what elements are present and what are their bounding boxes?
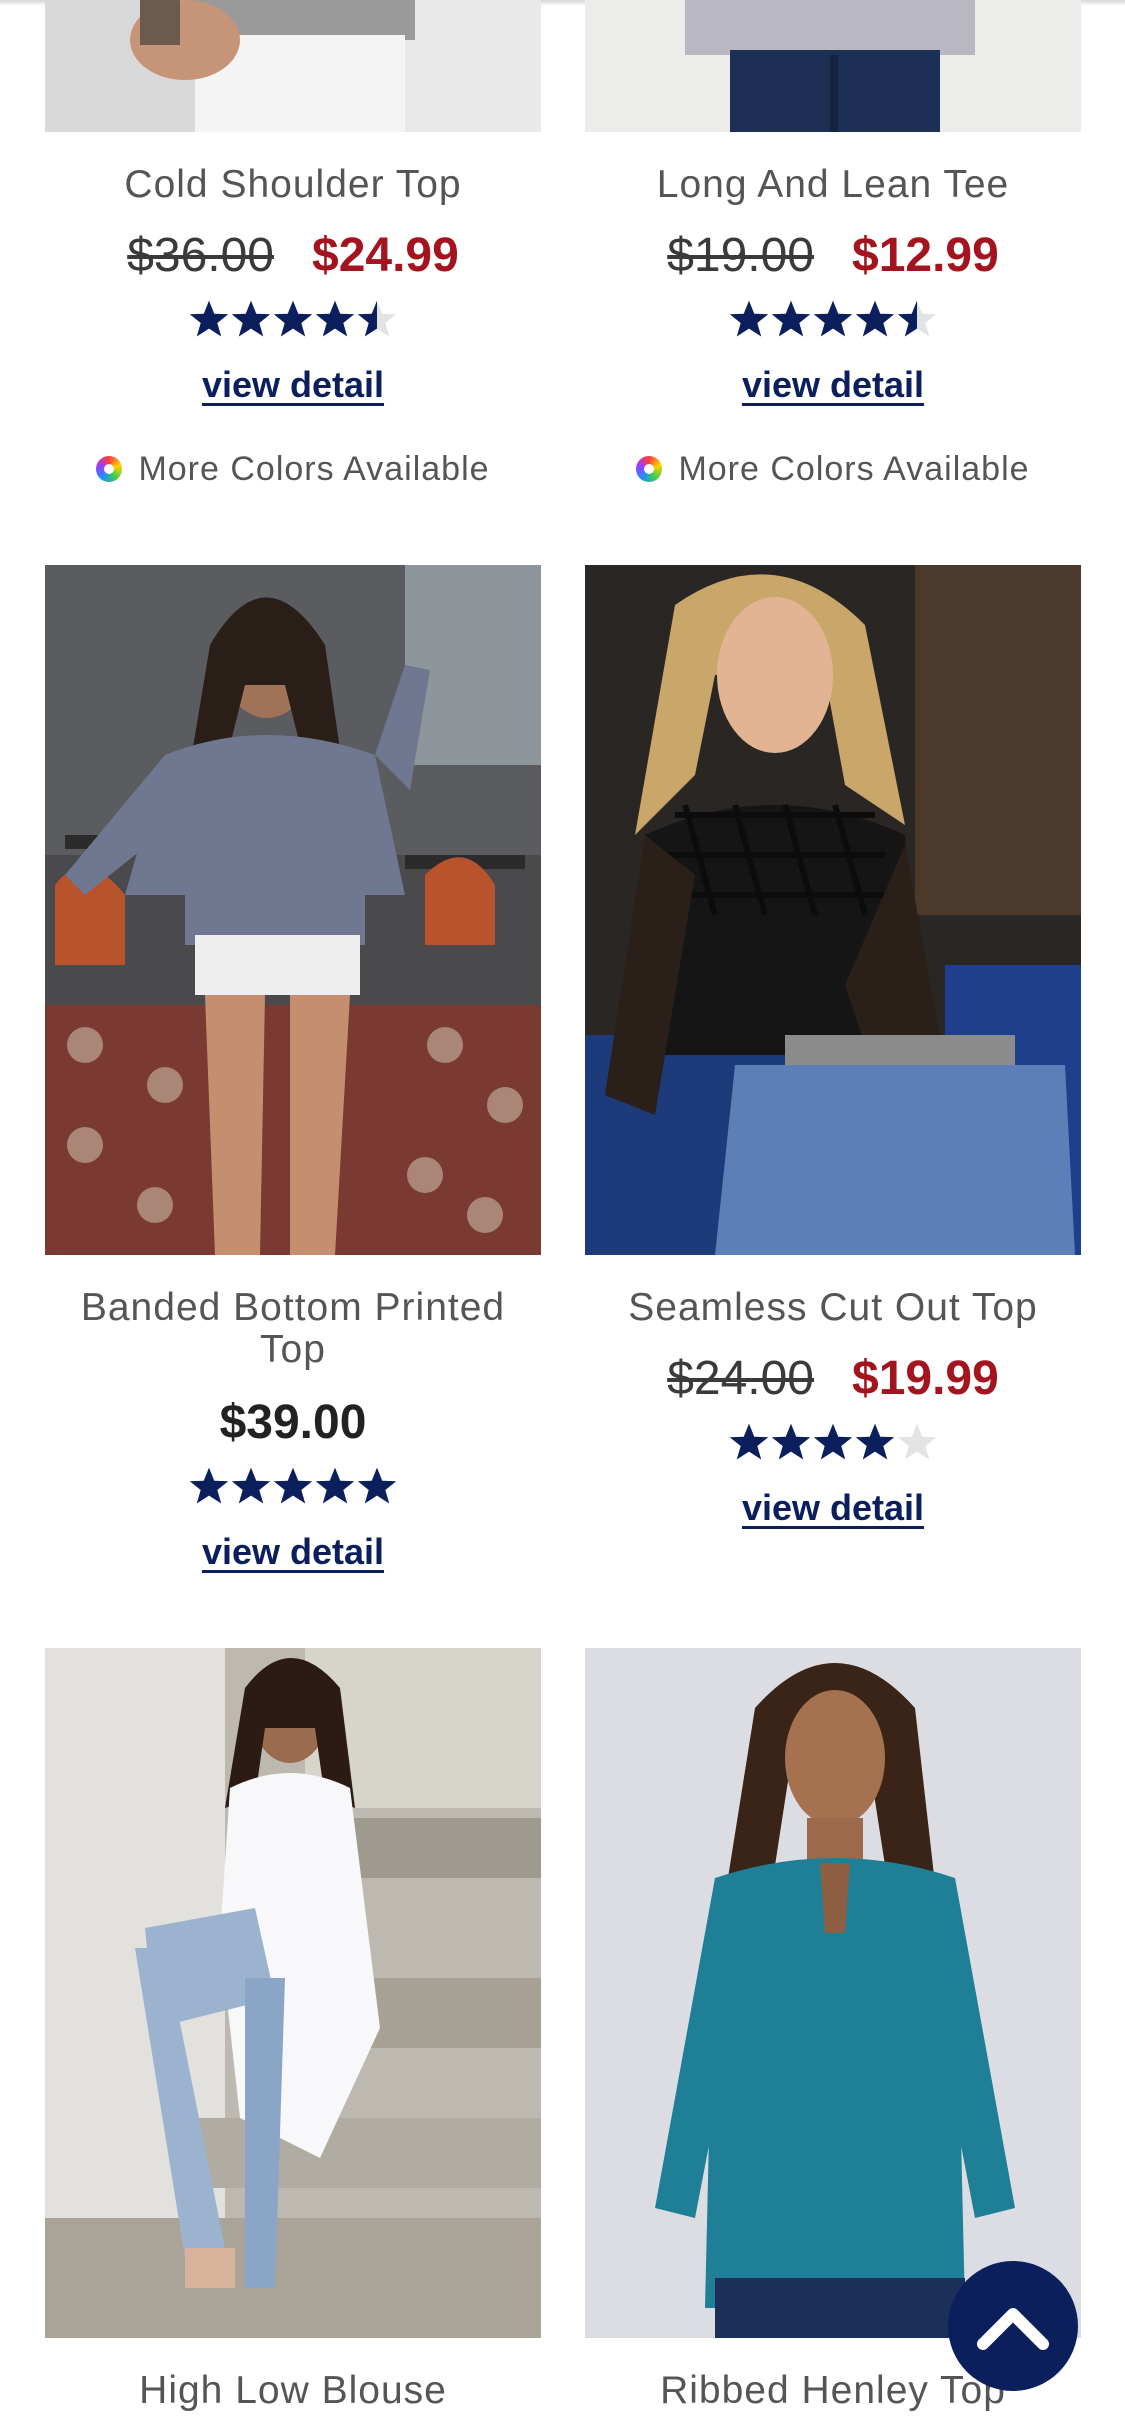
sale-price: $12.99 (852, 229, 999, 282)
star-icon (189, 300, 229, 337)
star-icon (189, 1467, 229, 1504)
chevron-up-icon (977, 2308, 1049, 2350)
price: $39.00 (219, 1396, 367, 1449)
product-image[interactable] (585, 565, 1081, 1255)
view-detail-label[interactable]: view detail (202, 1531, 384, 1572)
price-row: $36.00 $24.99 (45, 228, 541, 284)
star-icon (813, 1423, 853, 1460)
star-icon (273, 1467, 313, 1504)
product-card-high-low-blouse[interactable]: High Low Blouse (45, 1648, 541, 2436)
star-icon (315, 1467, 355, 1504)
color-wheel-icon (96, 456, 123, 482)
star-icon (273, 300, 313, 337)
view-detail-link[interactable]: view detail (45, 1531, 541, 1573)
star-icon (897, 1423, 937, 1460)
star-icon (357, 1467, 397, 1504)
star-icon (315, 300, 355, 337)
more-colors-label: More Colors Available (678, 450, 1030, 488)
price-row: $39.00 (45, 1395, 541, 1451)
product-image[interactable] (45, 1648, 541, 2338)
more-colors-label: More Colors Available (138, 450, 490, 488)
star-rating (585, 1421, 1081, 1471)
star-icon (855, 300, 895, 337)
original-price: $36.00 (127, 229, 274, 282)
product-name[interactable]: Cold Shoulder Top (45, 164, 541, 206)
product-name[interactable]: Banded Bottom Printed Top (45, 1287, 541, 1371)
product-card-cold-shoulder-top[interactable]: Cold Shoulder Top $36.00 $24.99 view deta… (45, 0, 541, 500)
view-detail-label[interactable]: view detail (742, 1487, 924, 1528)
product-card-long-and-lean-tee[interactable]: Long And Lean Tee $19.00 $12.99 view deta… (585, 0, 1081, 500)
view-detail-link[interactable]: view detail (585, 364, 1081, 406)
star-icon (231, 1467, 271, 1504)
more-colors-available[interactable]: More Colors Available (45, 450, 541, 489)
view-detail-label[interactable]: view detail (202, 364, 384, 405)
star-rating (45, 298, 541, 348)
back-to-top-button[interactable] (948, 2261, 1078, 2391)
view-detail-label[interactable]: view detail (742, 364, 924, 405)
original-price: $24.00 (667, 1352, 814, 1405)
original-price: $19.00 (667, 229, 814, 282)
star-icon (357, 300, 397, 337)
star-icon (897, 300, 937, 337)
product-image[interactable] (45, 565, 541, 1255)
sale-price: $19.99 (852, 1352, 999, 1405)
product-image[interactable] (45, 0, 541, 132)
price-row: $19.00 $12.99 (585, 228, 1081, 284)
star-icon (231, 300, 271, 337)
product-card-seamless-cut-out-top[interactable]: Seamless Cut Out Top $24.00 $19.99 view d… (585, 565, 1081, 1545)
product-name[interactable]: High Low Blouse (45, 2370, 541, 2412)
product-name[interactable]: Seamless Cut Out Top (585, 1287, 1081, 1329)
product-card-banded-bottom-printed-top[interactable]: Banded Bottom Printed Top $39.00 view de… (45, 565, 541, 1572)
star-icon (729, 300, 769, 337)
star-icon (855, 1423, 895, 1460)
more-colors-available[interactable]: More Colors Available (585, 450, 1081, 489)
color-wheel-icon (636, 456, 663, 482)
star-icon (771, 1423, 811, 1460)
view-detail-link[interactable]: view detail (45, 364, 541, 406)
sale-price: $24.99 (312, 229, 459, 282)
star-icon (729, 1423, 769, 1460)
star-icon (813, 300, 853, 337)
product-image[interactable] (585, 0, 1081, 132)
product-name[interactable]: Long And Lean Tee (585, 164, 1081, 206)
star-icon (771, 300, 811, 337)
star-rating (45, 1465, 541, 1515)
price-row: $24.00 $19.99 (585, 1351, 1081, 1407)
star-rating (585, 298, 1081, 348)
product-image[interactable] (585, 1648, 1081, 2338)
view-detail-link[interactable]: view detail (585, 1487, 1081, 1529)
